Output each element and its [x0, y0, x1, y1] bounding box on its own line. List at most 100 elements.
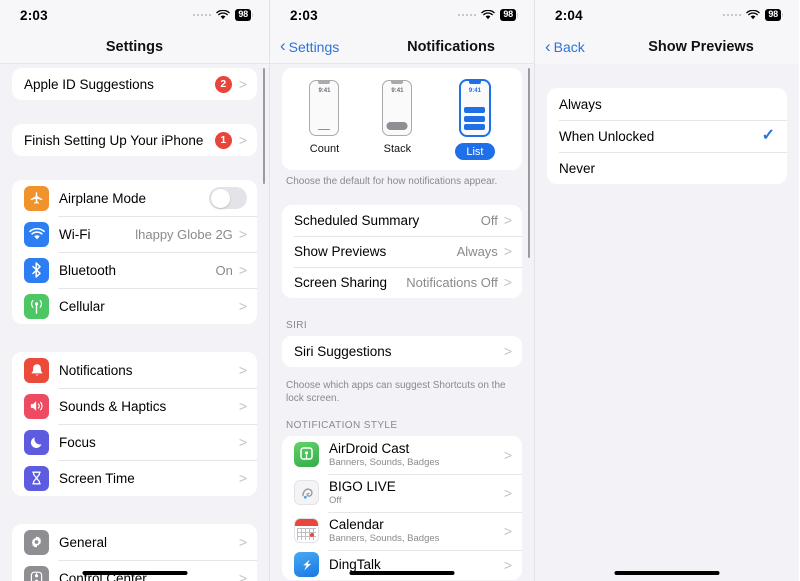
scrollbar[interactable]	[262, 68, 265, 184]
display-as-option-stack[interactable]: 9:41 Stack	[382, 80, 413, 155]
back-button[interactable]: ‹ Settings	[280, 36, 339, 55]
row-label: Cellular	[59, 298, 105, 314]
row-text: BIGO LIVE Off	[329, 479, 504, 506]
settings-nav-bar: Settings	[0, 30, 269, 64]
notifications-scroll-area[interactable]: 9:41 Count 9:41 Stack 9:41 List Choose t…	[270, 64, 534, 581]
battery-indicator: 98	[235, 9, 253, 21]
app-notification-summary: Off	[329, 495, 342, 506]
chevron-right-icon: >	[238, 362, 247, 378]
row-screen-sharing[interactable]: Screen Sharing Notifications Off >	[282, 266, 522, 298]
row-value: On	[215, 262, 233, 278]
row-text: AirDroid Cast Banners, Sounds, Badges	[329, 441, 504, 468]
app-row-bigo-live[interactable]: BIGO LIVE Off >	[282, 473, 522, 512]
app-name: AirDroid Cast	[329, 441, 410, 456]
display-as-option-count[interactable]: 9:41 Count	[309, 80, 340, 155]
previews-nav-bar: ‹ Back Show Previews	[535, 30, 799, 64]
home-indicator	[349, 571, 455, 575]
sidebar-item-wifi[interactable]: Wi-Fi lhappy Globe 2G >	[12, 216, 257, 252]
sidebar-item-notifications[interactable]: Notifications >	[12, 352, 257, 388]
row-text: Always	[559, 97, 777, 112]
row-label: Airplane Mode	[59, 190, 147, 206]
option-always[interactable]: Always	[547, 88, 787, 120]
row-text: Focus	[59, 435, 239, 450]
sidebar-item-apple-id-suggestions[interactable]: Apple ID Suggestions 2 >	[12, 68, 257, 100]
show-previews-panel: 2:04 98 ‹ Back Show Previews Always When…	[535, 0, 799, 581]
airplane-icon	[24, 185, 49, 211]
row-value: Off	[480, 212, 498, 228]
display-as-option-list[interactable]: 9:41 List	[455, 80, 495, 160]
app-row-calendar[interactable]: Calendar Banners, Sounds, Badges >	[282, 511, 522, 550]
speaker-icon	[24, 393, 49, 419]
list-indicator	[461, 107, 489, 130]
chevron-right-icon: >	[238, 570, 247, 581]
option-never[interactable]: Never	[547, 152, 787, 184]
airplane-mode-toggle[interactable]	[209, 187, 247, 209]
row-show-previews[interactable]: Show Previews Always >	[282, 235, 522, 267]
siri-section-header: SIRI	[286, 319, 308, 331]
app-row-airdroid-cast[interactable]: AirDroid Cast Banners, Sounds, Badges >	[282, 435, 522, 474]
row-label: Scheduled Summary	[294, 212, 420, 228]
chevron-left-icon: ‹	[280, 36, 286, 55]
option-label: When Unlocked	[559, 128, 655, 144]
row-label: Show Previews	[294, 243, 387, 259]
sidebar-item-bluetooth[interactable]: Bluetooth On >	[12, 252, 257, 288]
stack-indicator	[386, 122, 408, 130]
battery-level: 98	[235, 9, 251, 21]
back-button[interactable]: ‹ Back	[545, 38, 585, 56]
row-label: Bluetooth	[59, 262, 117, 278]
checkmark-icon: ✓	[761, 127, 775, 144]
display-as-footnote: Choose the default for how notifications…	[286, 176, 498, 187]
row-label: Screen Time	[59, 470, 135, 486]
display-as-label: Stack	[383, 143, 412, 155]
moon-icon	[24, 429, 49, 455]
sidebar-item-sounds-haptics[interactable]: Sounds & Haptics >	[12, 388, 257, 424]
bluetooth-icon	[24, 257, 49, 283]
group-gap	[12, 506, 257, 524]
status-bar: 2:03 98	[0, 0, 269, 30]
row-label: Sounds & Haptics	[59, 398, 167, 414]
battery-nub	[781, 13, 783, 17]
group-gap	[12, 166, 257, 180]
row-label: Focus	[59, 434, 96, 450]
sidebar-item-airplane-mode[interactable]: Airplane Mode	[12, 180, 257, 216]
battery-level: 98	[500, 9, 516, 21]
chevron-right-icon: >	[503, 274, 512, 290]
row-text: DingTalk	[329, 557, 504, 572]
chevron-right-icon: >	[503, 343, 512, 359]
settings-scroll-area[interactable]: Apple ID Suggestions 2 > Finish Setting …	[0, 64, 269, 581]
sidebar-item-finish-setting-up[interactable]: Finish Setting Up Your iPhone 1 >	[12, 124, 257, 156]
home-indicator	[82, 571, 187, 575]
sidebar-item-general[interactable]: General >	[12, 524, 257, 560]
siri-footnote: Choose which apps can suggest Shortcuts …	[286, 379, 506, 405]
row-siri-suggestions[interactable]: Siri Suggestions >	[282, 335, 522, 367]
row-text: When Unlocked	[559, 129, 762, 144]
scrollbar[interactable]	[527, 68, 530, 258]
sidebar-item-cellular[interactable]: Cellular >	[12, 288, 257, 324]
dingtalk-icon	[294, 552, 319, 577]
chevron-right-icon: >	[238, 298, 247, 314]
option-label: Always	[559, 96, 602, 112]
sidebar-item-screen-time[interactable]: Screen Time >	[12, 460, 257, 496]
row-scheduled-summary[interactable]: Scheduled Summary Off >	[282, 204, 522, 236]
wifi-icon	[24, 221, 49, 247]
row-text: Sounds & Haptics	[59, 399, 239, 414]
chevron-right-icon: >	[238, 434, 247, 450]
app-row-dingtalk[interactable]: DingTalk >	[282, 549, 522, 580]
notifications-panel: 2:03 98 ‹ Settings Notifications 9:41 Co…	[270, 0, 535, 581]
phone-notch	[468, 81, 481, 84]
sliders-icon	[24, 565, 49, 581]
battery-indicator: 98	[765, 9, 783, 21]
wifi-icon	[216, 10, 231, 20]
app-notification-summary: Banners, Sounds, Badges	[329, 533, 440, 544]
row-text: Siri Suggestions	[294, 344, 504, 359]
chevron-right-icon: >	[503, 212, 512, 228]
phone-preview-count: 9:41	[309, 80, 340, 136]
battery-level: 98	[765, 9, 781, 21]
row-label: Siri Suggestions	[294, 343, 392, 359]
app-name: BIGO LIVE	[329, 479, 396, 494]
status-badge: 2	[214, 75, 232, 93]
phone-time: 9:41	[391, 87, 404, 94]
phone-preview-list: 9:41	[459, 80, 490, 136]
option-when-unlocked[interactable]: When Unlocked ✓	[547, 120, 787, 152]
sidebar-item-focus[interactable]: Focus >	[12, 424, 257, 460]
